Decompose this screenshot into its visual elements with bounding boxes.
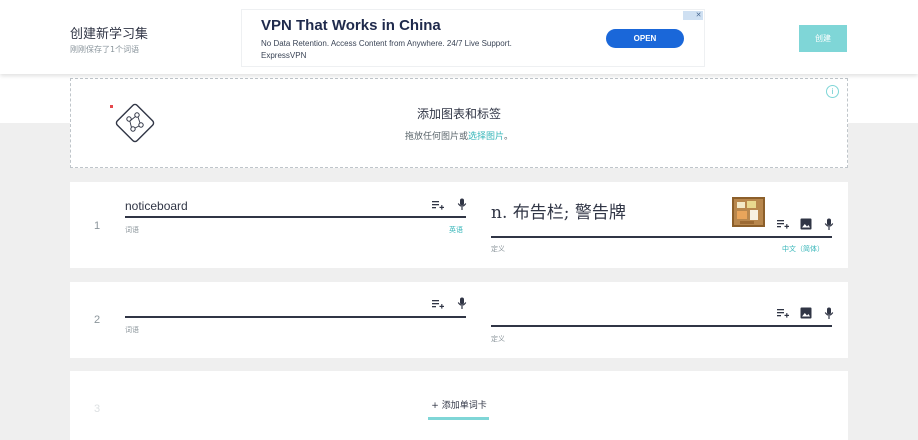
- definition-underline: [491, 325, 832, 327]
- image-icon[interactable]: [800, 218, 812, 230]
- top-header: 创建新学习集 刚刚保存了1个词语 VPN That Works in China…: [0, 0, 918, 74]
- term-card-2: 2 词语 定义: [70, 282, 848, 358]
- mic-icon[interactable]: [456, 198, 468, 210]
- definition-label: 定义: [491, 335, 505, 343]
- page-title: 创建新学习集: [70, 27, 149, 42]
- ad-close-icon[interactable]: ✕: [694, 11, 703, 20]
- term-language[interactable]: 英语: [449, 225, 463, 235]
- dropzone-subtitle: 拖放任何图片或选择图片。: [71, 129, 847, 142]
- ad-brand: ExpressVPN: [261, 51, 307, 60]
- ad-open-button[interactable]: OPEN: [606, 29, 684, 48]
- save-status: 刚刚保存了1个词语: [70, 45, 140, 54]
- term-label: 词语: [125, 326, 139, 334]
- suggest-icon[interactable]: [777, 218, 789, 230]
- term-label: 词语: [125, 226, 139, 234]
- definition-label: 定义: [491, 245, 505, 253]
- ad-title[interactable]: VPN That Works in China: [261, 17, 441, 34]
- ad-choices-icon[interactable]: ✕: [683, 11, 703, 20]
- suggest-icon[interactable]: [432, 199, 444, 211]
- info-icon[interactable]: i: [826, 85, 839, 98]
- definition-language[interactable]: 中文（简体）: [782, 244, 824, 254]
- create-button[interactable]: 创建: [799, 25, 847, 52]
- ad-banner[interactable]: VPN That Works in China No Data Retentio…: [241, 9, 705, 67]
- term-underline: [125, 216, 466, 218]
- card-number: 2: [94, 314, 101, 326]
- add-card-underline: [428, 417, 489, 420]
- definition-underline: [491, 236, 832, 238]
- suggest-icon[interactable]: [432, 298, 444, 310]
- mic-icon[interactable]: [456, 297, 468, 309]
- suggest-icon[interactable]: [777, 307, 789, 319]
- mic-icon[interactable]: [823, 218, 835, 230]
- mic-icon[interactable]: [823, 307, 835, 319]
- definition-input[interactable]: n. 布告栏; 警告牌: [491, 198, 626, 223]
- definition-image-thumbnail[interactable]: [732, 197, 765, 227]
- term-underline: [125, 316, 466, 318]
- add-card-button[interactable]: + 添加单词卡: [70, 398, 848, 411]
- add-card-row[interactable]: 3 + 添加单词卡: [70, 371, 848, 440]
- term-card-1: 1 noticeboard 词语 英语 n. 布告栏; 警告牌 定义 中文（简体…: [70, 182, 848, 268]
- dropzone-prefix: 拖放任何图片或: [404, 132, 468, 142]
- term-input[interactable]: noticeboard: [125, 199, 188, 213]
- image-icon[interactable]: [800, 307, 812, 319]
- dropzone-suffix: 。: [504, 132, 514, 142]
- card-number: 1: [94, 220, 101, 232]
- choose-image-link[interactable]: 选择图片: [468, 132, 504, 142]
- ad-description: No Data Retention. Access Content from A…: [261, 39, 512, 48]
- dropzone-title: 添加图表和标签: [416, 107, 501, 121]
- image-dropzone[interactable]: 添加图表和标签 拖放任何图片或选择图片。 i: [70, 78, 848, 168]
